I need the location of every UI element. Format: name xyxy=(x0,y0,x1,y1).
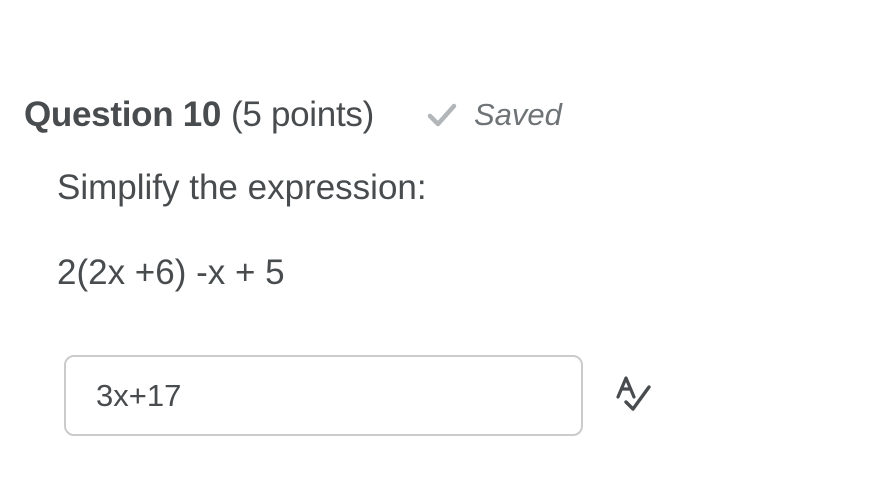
question-title: Question 10 xyxy=(24,95,222,134)
question-expression: 2(2x +6) -x + 5 xyxy=(57,253,285,292)
spellcheck-icon xyxy=(614,375,654,418)
check-icon xyxy=(426,101,458,129)
answer-input[interactable] xyxy=(64,355,583,436)
question-points: (5 points) xyxy=(231,95,374,134)
question-prompt: Simplify the expression: xyxy=(57,168,427,207)
spellcheck-button[interactable] xyxy=(610,374,658,418)
saved-status: Saved xyxy=(426,97,562,133)
question-page: Question 10 (5 points) Saved Simplify th… xyxy=(0,0,877,490)
question-header: Question 10 (5 points) Saved xyxy=(24,92,562,138)
saved-label: Saved xyxy=(473,97,562,132)
